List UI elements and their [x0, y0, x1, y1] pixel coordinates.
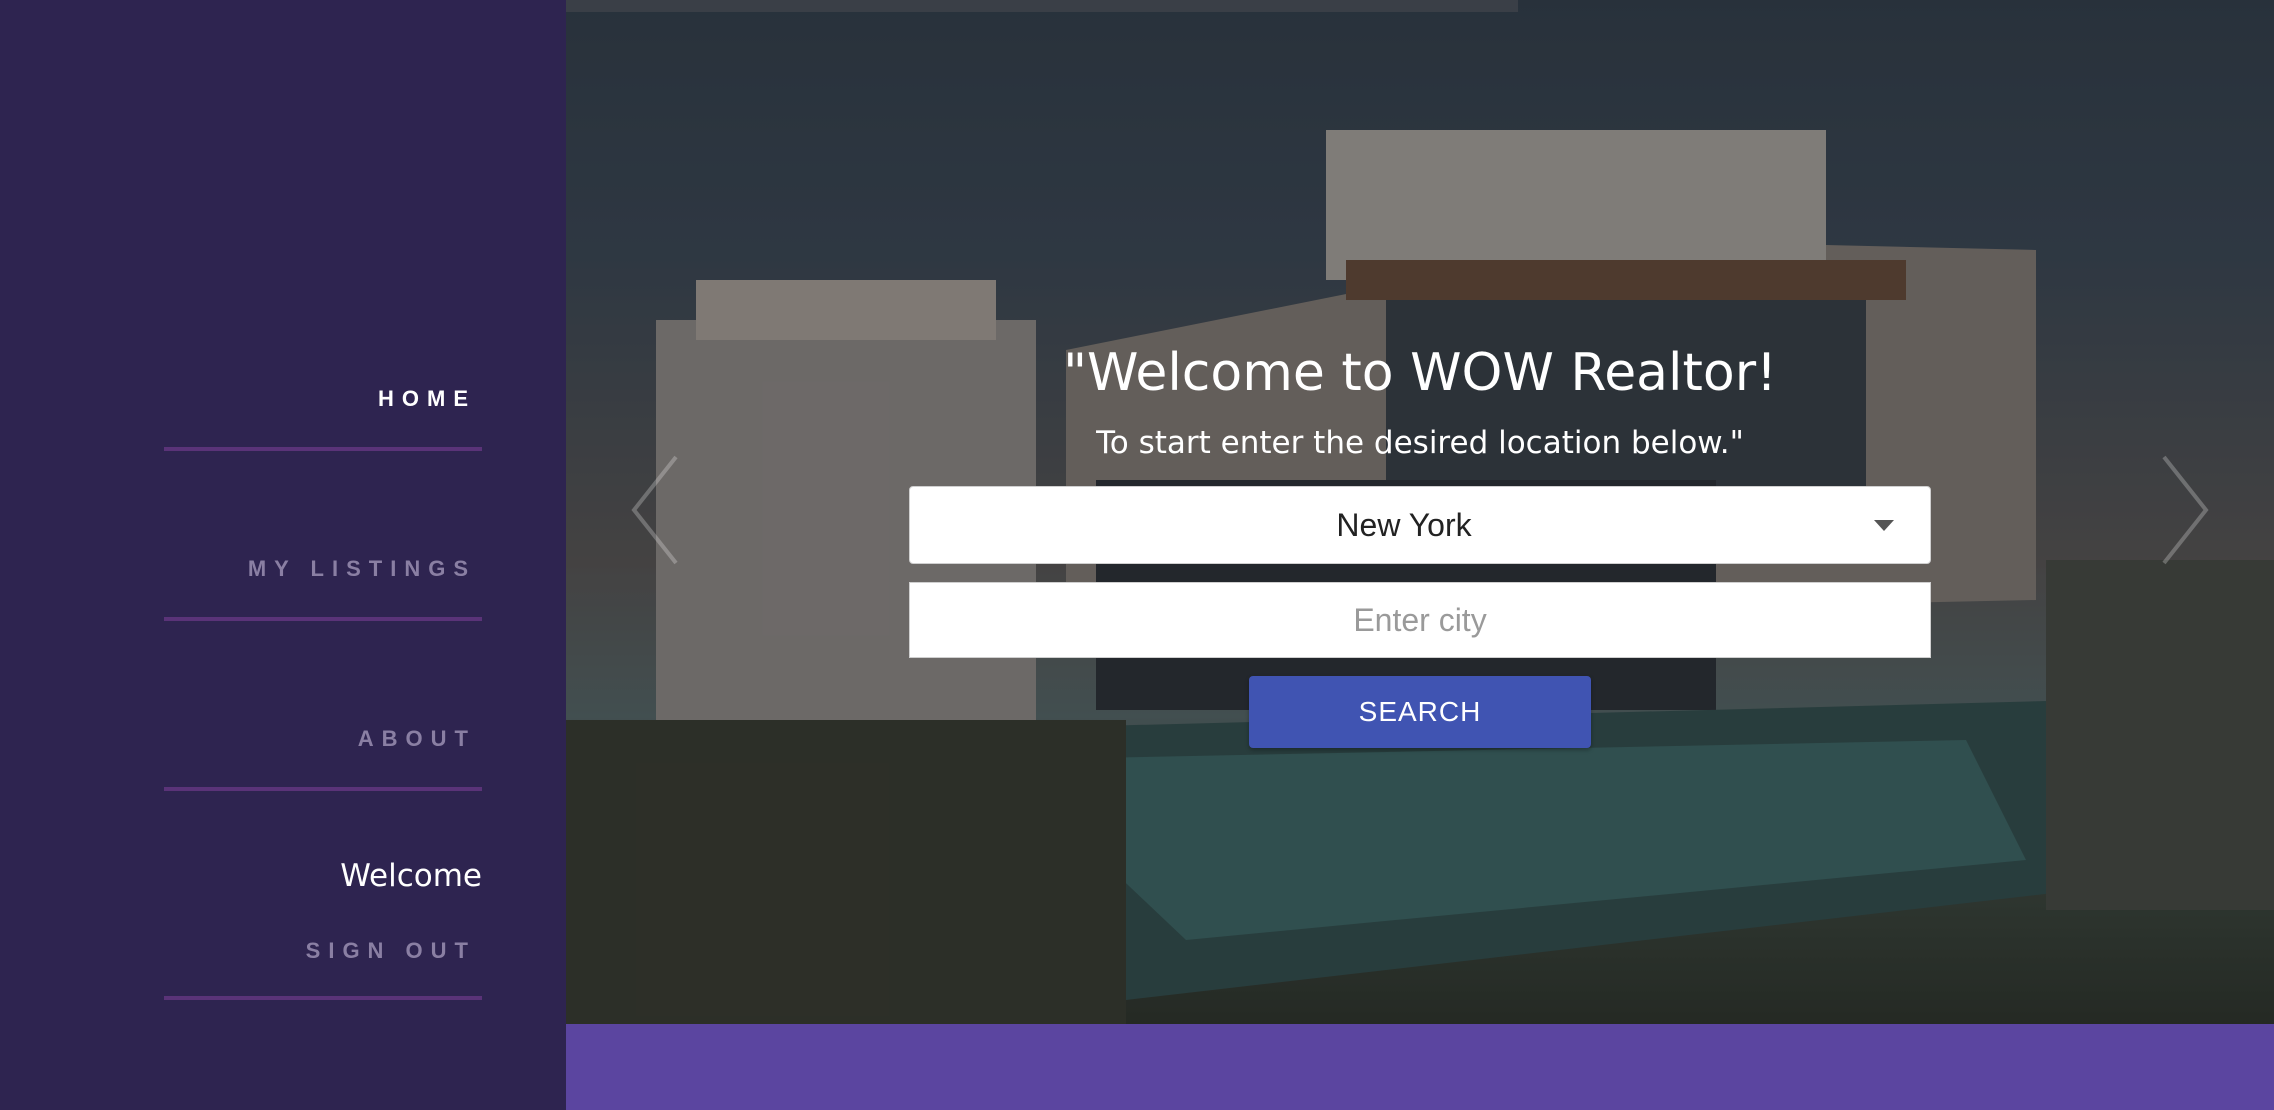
nav-link-about[interactable]: ABOUT — [164, 726, 482, 752]
nav-divider — [164, 996, 482, 1000]
nav-link-my-listings[interactable]: MY LISTINGS — [164, 556, 482, 582]
hero-subtitle: To start enter the desired location belo… — [1096, 425, 1744, 461]
nav-item-sign-out[interactable]: SIGN OUT — [164, 938, 482, 1000]
search-button[interactable]: SEARCH — [1249, 676, 1591, 748]
nav-item-about[interactable]: ABOUT — [164, 726, 482, 791]
hero-carousel: "Welcome to WOW Realtor! To start enter … — [566, 0, 2274, 1024]
nav-item-my-listings[interactable]: MY LISTINGS — [164, 556, 482, 621]
location-select-value: New York — [1336, 507, 1472, 543]
sidebar: HOME MY LISTINGS ABOUT Welcome SIGN OUT — [0, 0, 566, 1110]
hero-title: "Welcome to WOW Realtor! — [1063, 343, 1777, 403]
nav-link-sign-out[interactable]: SIGN OUT — [164, 938, 482, 964]
welcome-greeting: Welcome — [340, 858, 482, 894]
city-input[interactable] — [909, 582, 1931, 658]
nav-item-home[interactable]: HOME — [164, 386, 482, 451]
footer-bar — [566, 1024, 2274, 1110]
nav-divider — [164, 447, 482, 451]
location-select[interactable]: New York — [909, 486, 1931, 564]
nav-link-home[interactable]: HOME — [164, 386, 482, 412]
nav-divider — [164, 787, 482, 791]
nav-divider — [164, 617, 482, 621]
dropdown-arrow-icon — [1874, 520, 1894, 531]
search-panel: "Welcome to WOW Realtor! To start enter … — [566, 0, 2274, 1024]
